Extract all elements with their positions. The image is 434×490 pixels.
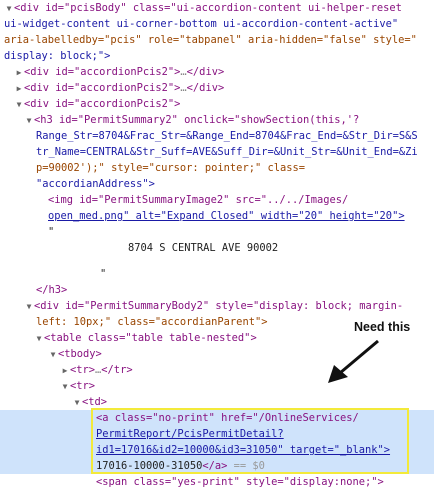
dom-line-img-cont: open_med.png" alt="Expand Closed" width=… xyxy=(48,210,405,222)
dom-line-accordion-collapsed-2[interactable]: ▶ <div id="accordionPcis2">…</div> xyxy=(14,80,434,96)
dom-line-summary-body[interactable]: ▼ <div id="PermitSummaryBody2" style="dis… xyxy=(24,298,434,314)
dom-line-pcisbody-cont1: ui-widget-content ui-corner-bottom ui-ac… xyxy=(4,18,399,30)
dom-line-address-text[interactable]: 8704 S CENTRAL AVE 90002 xyxy=(128,240,434,256)
annotation-label: Need this xyxy=(354,320,411,334)
triangle-down-icon[interactable]: ▼ xyxy=(14,97,24,113)
dom-line-pcisbody-cont2: aria-labelledby="pcis" role="tabpanel" a… xyxy=(4,34,417,46)
dom-line-accordion-collapsed-1[interactable]: ▶ <div id="accordionPcis2">…</div> xyxy=(14,64,434,80)
triangle-down-icon[interactable]: ▼ xyxy=(24,299,34,315)
dom-line-text-quote-open: " xyxy=(48,226,55,238)
dom-line-h3-cont1: Range_Str=8704&Frac_Str=&Range_End=8704&… xyxy=(36,130,418,142)
triangle-down-icon[interactable]: ▼ xyxy=(60,379,70,395)
triangle-down-icon[interactable]: ▼ xyxy=(34,331,44,347)
dom-line-h3-cont2: tr_Name=CENTRAL&Str_Suff=AVE&Suff_Dir=&U… xyxy=(36,146,418,158)
triangle-down-icon[interactable]: ▼ xyxy=(48,347,58,363)
dom-line-h3-cont3: p=90002');" style="cursor: pointer;" cla… xyxy=(36,162,305,174)
triangle-right-icon[interactable]: ▶ xyxy=(14,81,24,97)
triangle-down-icon[interactable]: ▼ xyxy=(24,113,34,129)
dom-line-span[interactable]: <span class="yes-print" style="display:n… xyxy=(96,474,434,490)
dom-line-pcisbody[interactable]: ▼ <div id="pcisBody" class="ui-accordion-… xyxy=(4,0,434,16)
dom-line-img[interactable]: <img id="PermitSummaryImage2" src="../..… xyxy=(48,192,434,208)
dom-line-h3[interactable]: ▼ <h3 id="PermitSummary2" onclick="showSe… xyxy=(24,112,434,128)
triangle-down-icon[interactable]: ▼ xyxy=(72,395,82,411)
arrow-down-left-icon xyxy=(328,339,379,383)
dom-line-h3-cont4: "accordianAddress"> xyxy=(36,178,155,190)
triangle-right-icon[interactable]: ▶ xyxy=(14,65,24,81)
dom-line-pcisbody-cont3: display: block;"> xyxy=(4,50,111,62)
triangle-right-icon[interactable]: ▶ xyxy=(60,363,70,379)
triangle-down-icon[interactable]: ▼ xyxy=(4,1,14,17)
annotation-highlight-box xyxy=(91,408,409,474)
dom-line-h3-close: </h3> xyxy=(36,284,68,296)
dom-line-accordion-expanded[interactable]: ▼ <div id="accordionPcis2"> xyxy=(14,96,434,112)
dom-line-text-quote-close: " xyxy=(100,268,107,280)
